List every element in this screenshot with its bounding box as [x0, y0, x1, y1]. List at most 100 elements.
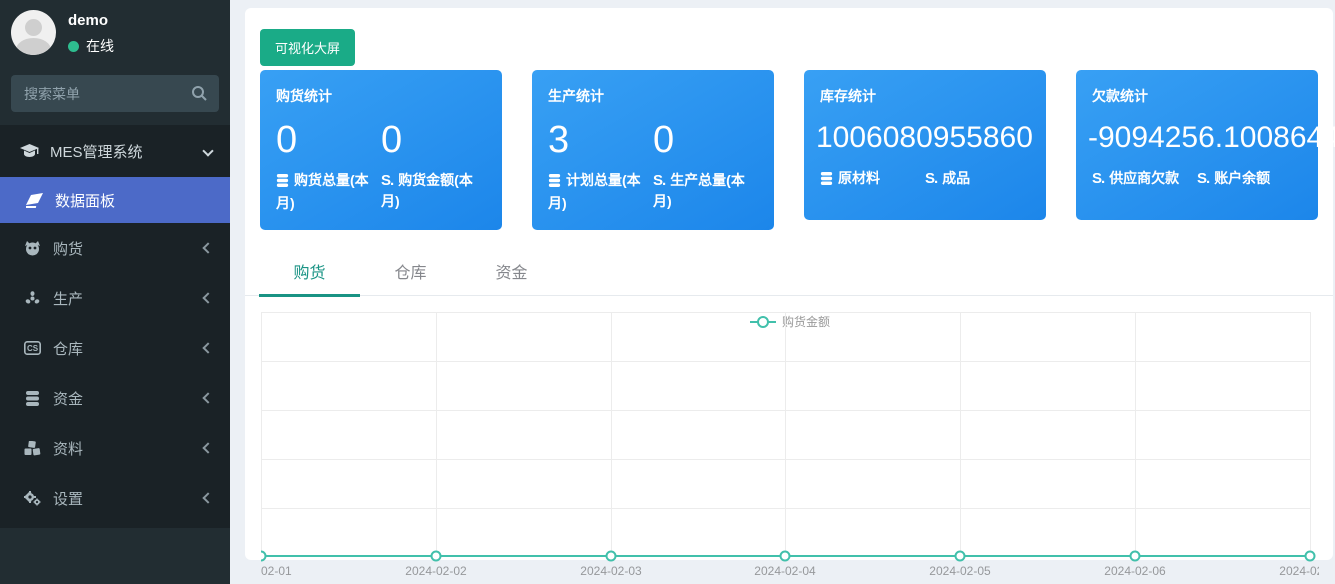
stat-card-inventory: 库存统计 1006080955860 原材料 S.成品: [804, 70, 1046, 220]
x-axis-label: 2024-02-03: [580, 564, 641, 578]
gridline: [785, 312, 786, 556]
gridline: [1135, 312, 1136, 556]
sidebar-item-label: 设置: [53, 488, 83, 509]
x-axis-label: 2024-02-02: [405, 564, 466, 578]
card-value: 3: [548, 118, 653, 162]
data-point: [780, 551, 791, 562]
data-point: [261, 551, 267, 562]
card-value: 1006080955860: [804, 116, 1046, 160]
avatar: [11, 10, 56, 55]
sidebar-item-funds[interactable]: 资金: [0, 373, 230, 423]
online-status-label: 在线: [86, 36, 114, 56]
card-value: -9094256.1008644: [1076, 116, 1318, 160]
database-icon: [820, 170, 833, 191]
user-status: 在线: [68, 36, 114, 56]
card-title: 购货统计: [260, 86, 502, 106]
sidebar-menu: MES管理系统 数据面板 购货 生产: [0, 125, 230, 528]
card-label: S.购货金额(本月): [381, 170, 486, 214]
stat-card-debt: 欠款统计 -9094256.1008644 S.供应商欠款 S.账户余额: [1076, 70, 1318, 220]
card-title: 生产统计: [532, 86, 774, 106]
chevron-left-icon: [202, 292, 213, 303]
search-input[interactable]: [11, 75, 219, 112]
sidebar-item-label: 数据面板: [55, 190, 115, 211]
tab-funds[interactable]: 资金: [461, 255, 562, 296]
chevron-left-icon: [202, 242, 213, 253]
database-icon: [276, 172, 289, 193]
chevron-left-icon: [202, 342, 213, 353]
avatar-head: [25, 19, 42, 36]
card-label: S.供应商欠款: [1092, 168, 1197, 189]
sidebar-item-label: 资料: [53, 438, 83, 459]
production-icon: [20, 291, 44, 306]
stat-card-production: 生产统计 3 0 计划总量(本月) S.生产总量(本月): [532, 70, 774, 230]
sidebar-item-label: 仓库: [53, 338, 83, 359]
money-icon: S.: [1092, 170, 1104, 187]
chevron-down-icon: [202, 145, 213, 156]
x-axis-label: 2024-02-06: [1104, 564, 1165, 578]
sidebar-item-warehouse[interactable]: CS 仓库: [0, 323, 230, 373]
sidebar-item-production[interactable]: 生产: [0, 273, 230, 323]
data-point: [431, 551, 442, 562]
sidebar-item-label: 资金: [53, 388, 83, 409]
stat-card-purchase: 购货统计 0 0 购货总量(本月) S.购货金额(本月): [260, 70, 502, 230]
dashboard-icon: [22, 193, 46, 208]
x-axis-label: 2024-02-07: [1279, 564, 1319, 578]
warehouse-icon: CS: [20, 341, 44, 355]
sidebar-item-purchase[interactable]: 购货: [0, 223, 230, 273]
sidebar-item-label: MES管理系统: [50, 141, 143, 162]
online-status-dot: [68, 41, 79, 52]
chevron-left-icon: [202, 492, 213, 503]
user-name: demo: [68, 12, 108, 29]
gridline: [261, 312, 262, 556]
sidebar-item-label: 购货: [53, 238, 83, 259]
graduation-cap-icon: [17, 144, 41, 159]
gridline: [436, 312, 437, 556]
card-label: 购货总量(本月): [276, 170, 381, 214]
chevron-left-icon: [202, 442, 213, 453]
card-label: S.账户余额: [1197, 168, 1302, 189]
tab-purchase[interactable]: 购货: [259, 255, 360, 296]
gears-icon: [20, 490, 44, 506]
card-title: 库存统计: [804, 86, 1046, 106]
tab-warehouse[interactable]: 仓库: [360, 255, 461, 296]
avatar-body: [16, 38, 51, 55]
card-label: 计划总量(本月): [548, 170, 653, 214]
data-point: [1305, 551, 1316, 562]
sidebar-item-materials[interactable]: 资料: [0, 423, 230, 473]
card-label: S.生产总量(本月): [653, 170, 758, 214]
data-point: [955, 551, 966, 562]
gridline: [611, 312, 612, 556]
gridline: [1310, 312, 1311, 556]
database-icon: [548, 172, 561, 193]
sidebar-item-settings[interactable]: 设置: [0, 473, 230, 523]
purchase-icon: [20, 241, 44, 256]
visualization-bigscreen-button[interactable]: 可视化大屏: [260, 29, 355, 66]
x-axis-label: 2024-02-04: [754, 564, 815, 578]
sidebar: demo 在线 MES管理系统 数据面板: [0, 0, 230, 584]
cubes-icon: [20, 441, 44, 456]
card-value: 0: [653, 118, 758, 162]
card-title: 欠款统计: [1076, 86, 1318, 106]
gridline: [960, 312, 961, 556]
line-chart: 2024-02-01 2024-02-02 2024-02-03 2024-02…: [261, 312, 1319, 584]
svg-text:CS: CS: [26, 344, 38, 353]
data-point: [1130, 551, 1141, 562]
card-label: S.成品: [925, 168, 1030, 191]
money-icon: S.: [925, 170, 937, 187]
card-label: 原材料: [820, 168, 925, 191]
sidebar-item-label: 生产: [53, 288, 83, 309]
x-axis-label: 2024-02-01: [261, 564, 292, 578]
x-axis-label: 2024-02-05: [929, 564, 990, 578]
money-icon: S.: [1197, 170, 1209, 187]
sidebar-item-dashboard[interactable]: 数据面板: [0, 177, 230, 223]
chevron-left-icon: [202, 392, 213, 403]
search-icon[interactable]: [191, 85, 207, 106]
money-icon: S.: [381, 172, 393, 189]
money-icon: S.: [653, 172, 665, 189]
database-icon: [20, 391, 44, 406]
data-point: [606, 551, 617, 562]
sidebar-item-mes-root[interactable]: MES管理系统: [0, 125, 230, 177]
stat-cards-row: 购货统计 0 0 购货总量(本月) S.购货金额(本月) 生产统计 3 0 计划…: [260, 70, 1335, 230]
card-value: 0: [381, 118, 486, 162]
chart-tabs: 购货 仓库 资金: [245, 255, 1333, 296]
